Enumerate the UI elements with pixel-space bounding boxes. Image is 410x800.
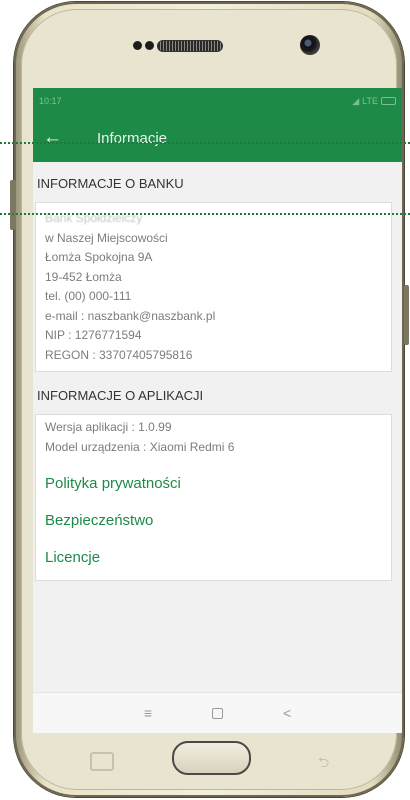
bank-info-header: INFORMACJE O BANKU bbox=[37, 176, 184, 191]
app-info-header: INFORMACJE O APLIKACJI bbox=[37, 388, 204, 403]
main-content: INFORMACJE O BANKU Bank Spółdzielczy w N… bbox=[33, 162, 402, 581]
device-model: Model urządzenia : Xiaomi Redmi 6 bbox=[45, 439, 235, 454]
app-bar: ← Informacje bbox=[33, 114, 402, 162]
licenses-link[interactable]: Licencje bbox=[45, 539, 382, 576]
back-chevron-icon[interactable]: < bbox=[283, 705, 291, 721]
app-version: Wersja aplikacji : 1.0.99 bbox=[45, 420, 172, 434]
bank-location: w Naszej Miejscowości bbox=[45, 230, 168, 245]
bank-info-card: Bank Spółdzielczy w Naszej Miejscowości … bbox=[35, 202, 392, 372]
bank-postal-city: 19-452 Łomża bbox=[45, 269, 122, 284]
status-indicators: ◢ LTE bbox=[352, 96, 396, 107]
bank-regon: REGON : 33707405795816 bbox=[45, 347, 193, 362]
signal-icon: ◢ bbox=[352, 95, 360, 106]
bank-phone: tel. (00) 000-111 bbox=[45, 289, 132, 303]
network-type: LTE bbox=[362, 96, 378, 106]
side-button-right bbox=[404, 285, 409, 345]
battery-icon bbox=[381, 97, 396, 105]
sensor-dot bbox=[133, 41, 142, 50]
front-camera-icon bbox=[300, 35, 320, 55]
earpiece-speaker bbox=[157, 40, 223, 52]
home-square-icon[interactable] bbox=[211, 707, 223, 719]
security-link[interactable]: Bezpieczeństwo bbox=[45, 502, 382, 539]
privacy-policy-link[interactable]: Polityka prywatności bbox=[45, 465, 382, 502]
sensor-dot bbox=[145, 41, 154, 50]
status-bar: 10:17 ◢ LTE bbox=[33, 88, 402, 114]
status-time: 10:17 bbox=[39, 96, 62, 106]
app-info-card: Wersja aplikacji : 1.0.99 Model urządzen… bbox=[35, 414, 392, 581]
home-button[interactable] bbox=[172, 741, 251, 775]
menu-icon[interactable]: ≡ bbox=[144, 705, 152, 721]
back-key-icon[interactable]: ⮌ bbox=[318, 752, 336, 770]
side-button-left bbox=[10, 180, 16, 230]
system-nav-bar: ≡ < bbox=[33, 692, 402, 733]
guide-line-top bbox=[0, 142, 410, 144]
phone-screen: 10:17 ◢ LTE ← Informacje INFORMACJE O BA… bbox=[33, 88, 402, 733]
back-arrow-icon[interactable]: ← bbox=[43, 127, 69, 149]
bank-email: e-mail : naszbank@naszbank.pl bbox=[45, 308, 216, 323]
recent-apps-key-icon[interactable] bbox=[90, 752, 114, 771]
guide-line-bottom bbox=[0, 213, 410, 215]
bank-street: Łomża Spokojna 9A bbox=[45, 250, 153, 264]
bank-name: Bank Spółdzielczy bbox=[45, 211, 143, 225]
bank-nip: NIP : 1276771594 bbox=[45, 328, 142, 342]
